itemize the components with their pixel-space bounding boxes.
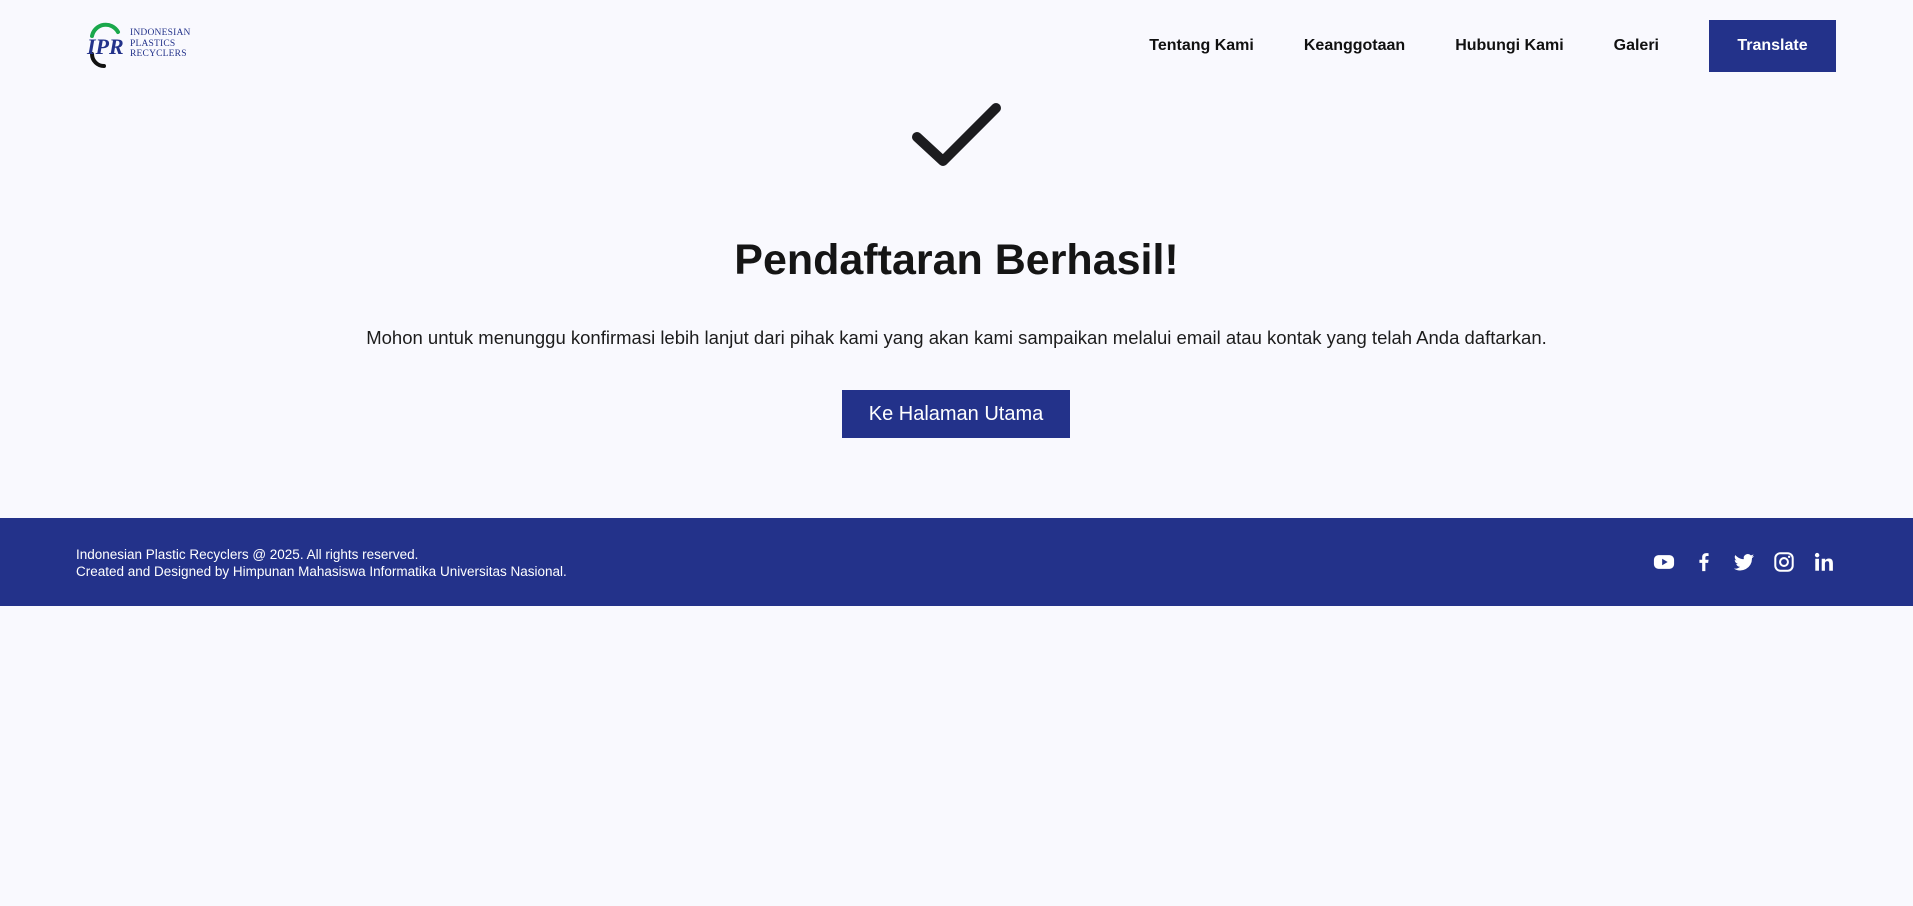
- logo-mark-text: IPR: [86, 34, 124, 59]
- site-logo[interactable]: IPR INDONESIAN PLASTICS RECYCLERS: [84, 19, 204, 69]
- site-footer: Indonesian Plastic Recyclers @ 2025. All…: [0, 518, 1913, 606]
- site-header: IPR INDONESIAN PLASTICS RECYCLERS Tentan…: [0, 0, 1913, 90]
- linkedin-icon[interactable]: [1812, 550, 1836, 574]
- copyright-text: Indonesian Plastic Recyclers @ 2025. All…: [76, 547, 419, 562]
- nav-hubungi-kami[interactable]: Hubungi Kami: [1455, 37, 1563, 55]
- logo-line: PLASTICS: [130, 38, 176, 49]
- credit-text: Created and Designed by Himpunan Mahasis…: [76, 564, 567, 579]
- translate-button[interactable]: Translate: [1709, 20, 1836, 72]
- footer-text: Indonesian Plastic Recyclers @ 2025. All…: [76, 546, 567, 580]
- page-title: Pendaftaran Berhasil!: [734, 236, 1179, 284]
- nav-tentang-kami[interactable]: Tentang Kami: [1149, 37, 1254, 55]
- youtube-icon[interactable]: [1652, 550, 1676, 574]
- logo-line: INDONESIAN: [130, 28, 191, 39]
- confirmation-message: Mohon untuk menunggu konfirmasi lebih la…: [366, 327, 1547, 348]
- main-nav: Tentang Kami Keanggotaan Hubungi Kami Ga…: [1149, 20, 1836, 72]
- nav-keanggotaan[interactable]: Keanggotaan: [1304, 37, 1405, 55]
- ipr-logo-icon: IPR: [84, 20, 126, 68]
- home-button[interactable]: Ke Halaman Utama: [842, 390, 1070, 438]
- nav-galeri[interactable]: Galeri: [1614, 37, 1659, 55]
- social-links: [1636, 550, 1836, 574]
- facebook-icon[interactable]: [1692, 550, 1716, 574]
- logo-line: RECYCLERS: [130, 49, 187, 60]
- twitter-icon[interactable]: [1732, 550, 1756, 574]
- checkmark-icon: [909, 100, 1003, 170]
- instagram-icon[interactable]: [1772, 550, 1796, 574]
- logo-wordmark: INDONESIAN PLASTICS RECYCLERS: [130, 28, 191, 60]
